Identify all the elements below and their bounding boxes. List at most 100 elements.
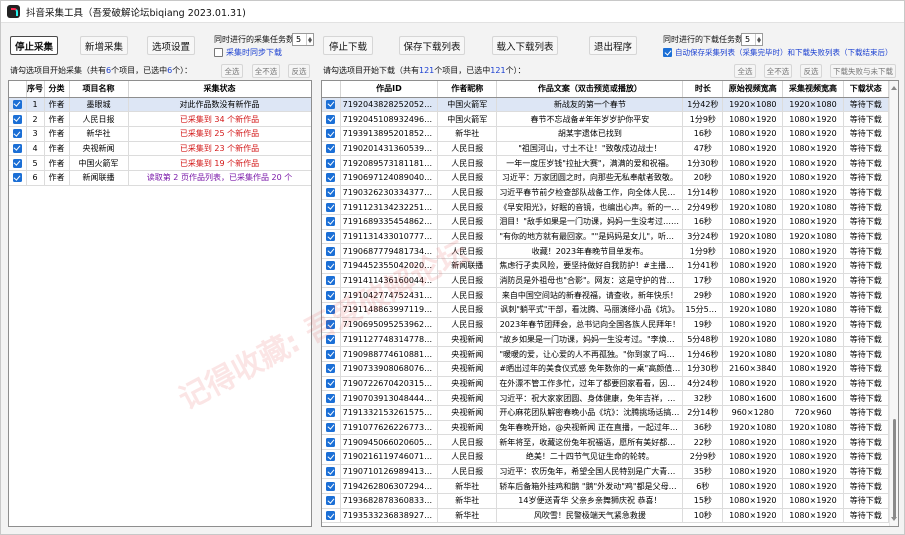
table-row[interactable]: 7191411436160044300 人民日报 消防员是外祖母也"合影"。网友：这… [322,273,890,289]
col-header-download-state[interactable]: 下载状态 [843,81,890,98]
row-checkbox-cell[interactable] [9,141,27,157]
checkbox-checked-icon[interactable] [326,452,336,462]
row-caption[interactable]: 风吹雪！民警极端天气紧急救援 [496,508,684,524]
checkbox-checked-icon[interactable] [12,173,22,183]
row-checkbox-cell[interactable] [322,273,341,289]
row-checkbox-cell[interactable] [9,155,27,171]
left-select-none-button[interactable]: 全不选 [252,64,280,78]
row-caption[interactable]: 兔年春晚开始，@央视新闻 正在直播，一起过年啦！ [496,420,684,436]
row-checkbox-cell[interactable] [322,332,341,348]
table-row[interactable]: 7191148863997119804 人民日报 讽刺"躺平式"干部，看沈腾、马丽演… [322,302,890,318]
table-row[interactable]: 7191332153261575482 央视新闻 开心麻花团队解密春晚小品《坑》：沈… [322,405,890,421]
col-header-id[interactable]: 作品ID [340,81,439,98]
save-download-list-button[interactable]: 保存下载列表 [399,36,465,55]
row-caption[interactable]: 在外漂不管工作多忙，过年了都要回家看看，因为家里有人在等…… [496,376,684,392]
table-row[interactable]: 7190216119746071867 人民日报 绝美！二十四节气见证生命的轮转。 2… [322,449,890,465]
table-row[interactable]: 7193682878360833340 新华社 14岁便送青华 父亲乡亲舞狮庆祝 恭… [322,493,890,509]
checkbox-checked-icon[interactable] [326,364,336,374]
scroll-thumb[interactable] [893,419,896,519]
sync-download-checkbox[interactable] [214,48,223,57]
left-invert-button[interactable]: 反选 [288,64,310,78]
row-caption[interactable]: 习近平春节前夕检查部队战备工作，向全体人民解放军指战员、武警 [496,185,684,201]
checkbox-checked-icon[interactable] [326,261,336,271]
checkbox-checked-icon[interactable] [326,187,336,197]
download-scrollbar[interactable] [889,81,898,526]
checkbox-checked-icon[interactable] [326,143,336,153]
table-row[interactable]: 7191042774752431421 人民日报 来自中国空间站的新春视福，请查收，… [322,287,890,304]
row-caption[interactable]: 习近平：农历兔年，希望全国人民特别是广大青年奋动加致兔毅力…… [496,464,684,480]
stop-download-button[interactable]: 停止下载 [323,36,373,55]
row-caption[interactable]: 开心麻花团队解密春晚小品《坑》：沈腾挑场话搞，但即兴表演…… [496,405,684,421]
row-checkbox-cell[interactable] [322,155,341,171]
row-checkbox-cell[interactable] [9,111,27,127]
col-header-no[interactable]: 序号 [26,81,45,98]
checkbox-checked-icon[interactable] [326,496,336,506]
row-caption[interactable]: 讽刺"躺平式"干部，看沈腾、马丽演绎小品《坑》。 [496,302,684,318]
concurrent-download-spinner[interactable]: 5 [741,33,763,46]
exit-button[interactable]: 退出程序 [589,36,637,55]
table-row[interactable]: 7191123134232251685 人民日报 《早安阳光》，好眠的音镜，也编出心… [322,199,890,215]
checkbox-checked-icon[interactable] [326,202,336,212]
table-row[interactable]: 7194262806307294501 新华社 轿车后备箱外挂鸡和鹅 "鹅"外发动"… [322,478,890,495]
row-checkbox-cell[interactable] [322,229,341,245]
col-header-status[interactable]: 采集状态 [128,81,311,98]
checkbox-checked-icon[interactable] [326,305,336,315]
col-header-duration[interactable]: 时长 [682,81,724,98]
col-header-check[interactable] [322,81,341,98]
spinner-arrows-icon[interactable] [755,34,762,45]
table-row[interactable]: 7190733908068076857 央视新闻 #晒出过年的美食仪式感 免年数你的… [322,361,890,377]
left-select-all-button[interactable]: 全选 [221,64,243,78]
checkbox-checked-icon[interactable] [326,129,336,139]
scroll-up-icon[interactable] [891,83,897,90]
col-header-name[interactable]: 项目名称 [69,81,129,98]
checkbox-checked-icon[interactable] [326,511,336,521]
checkbox-checked-icon[interactable] [326,232,336,242]
table-row[interactable]: 7190697124089040183 人民日报 习近平：万家团圆之时，向那些无私奉… [322,170,890,186]
table-row[interactable]: 1 作者 墨眼城 对此作品数没有新作品 [9,97,311,113]
table-row[interactable]: 7192043828252052797 中国火箭军 新战友的第一个春节 1分42秒 19… [322,97,890,113]
checkbox-checked-icon[interactable] [326,246,336,256]
col-header-author[interactable]: 作者昵称 [437,81,498,98]
table-row[interactable]: 7191131433010777403 人民日报 "有你的地方就有最回家。""是妈妈… [322,229,890,245]
row-caption[interactable]: "有你的地方就有最回家。""是妈妈是女儿"，听哭…… [496,229,684,245]
right-select-none-button[interactable]: 全不选 [764,64,792,78]
row-caption[interactable]: 焦虑行孑卖风险，要坚持做好自我防护！#主播说联播 [496,258,684,274]
checkbox-checked-icon[interactable] [326,481,336,491]
checkbox-checked-icon[interactable] [326,320,336,330]
row-caption[interactable]: 绝美！二十四节气见证生命的轮转。 [496,449,684,465]
checkbox-checked-icon[interactable] [326,114,336,124]
row-checkbox-cell[interactable] [322,258,341,274]
row-caption[interactable]: 收藏！2023年春晚节目单发布。 [496,243,684,260]
col-header-check[interactable] [9,81,27,98]
load-download-list-button[interactable]: 载入下载列表 [492,36,558,55]
table-row[interactable]: 7190710126989413691 人民日报 习近平：农历兔年，希望全国人民特别… [322,464,890,480]
col-header-caption[interactable]: 作品文案（双击预览或播放） [496,81,684,98]
row-caption[interactable]: 胡某宇遗体已找到 [496,126,684,142]
right-invert-button[interactable]: 反选 [800,64,822,78]
checkbox-checked-icon[interactable] [326,437,336,447]
row-caption[interactable]: 习近平：祝大家家团圆、身体健康，免年吉祥，万事如意！ [496,390,684,406]
table-row[interactable]: 4 作者 央视新闻 已采集到 23 个新作品 [9,141,311,157]
row-caption[interactable]: #晒出过年的美食仪式感 免年数你的一桌"高颜值"花样评，咋…… [496,361,684,377]
checkbox-checked-icon[interactable] [326,217,336,227]
row-checkbox-cell[interactable] [9,97,27,113]
scroll-down-icon[interactable] [891,517,897,524]
table-row[interactable]: 5 作者 中国火箭军 已采集到 19 个新作品 [9,155,311,171]
table-row[interactable]: 6 作者 新闻联播 读取第 2 页作品列表，已采集作品 20 个 [9,170,311,186]
checkbox-checked-icon[interactable] [326,158,336,168]
row-caption[interactable]: 春节不忘战备#年年岁岁护你平安 [496,111,684,127]
checkbox-checked-icon[interactable] [326,349,336,359]
row-checkbox-cell[interactable] [322,405,341,421]
row-checkbox-cell[interactable] [9,126,27,142]
row-caption[interactable]: "故乡如果是一门功课，妈妈一生没考过。"李焕英、林林俄…… [496,332,684,348]
col-header-original-size[interactable]: 原始视频宽高 [722,81,784,98]
checkbox-checked-icon[interactable] [326,276,336,286]
row-checkbox-cell[interactable] [322,302,341,318]
checkbox-checked-icon[interactable] [326,393,336,403]
checkbox-checked-icon[interactable] [12,143,22,153]
settings-button[interactable]: 选项设置 [147,36,195,55]
select-undownloaded-button[interactable]: 下载失败与未下载 [830,64,896,78]
table-row[interactable]: 7193913895201852733 新华社 胡某宇遗体已找到 16秒 1080×19… [322,126,890,142]
checkbox-checked-icon[interactable] [12,129,22,139]
stop-collect-button[interactable]: 停止采集 [10,36,58,55]
